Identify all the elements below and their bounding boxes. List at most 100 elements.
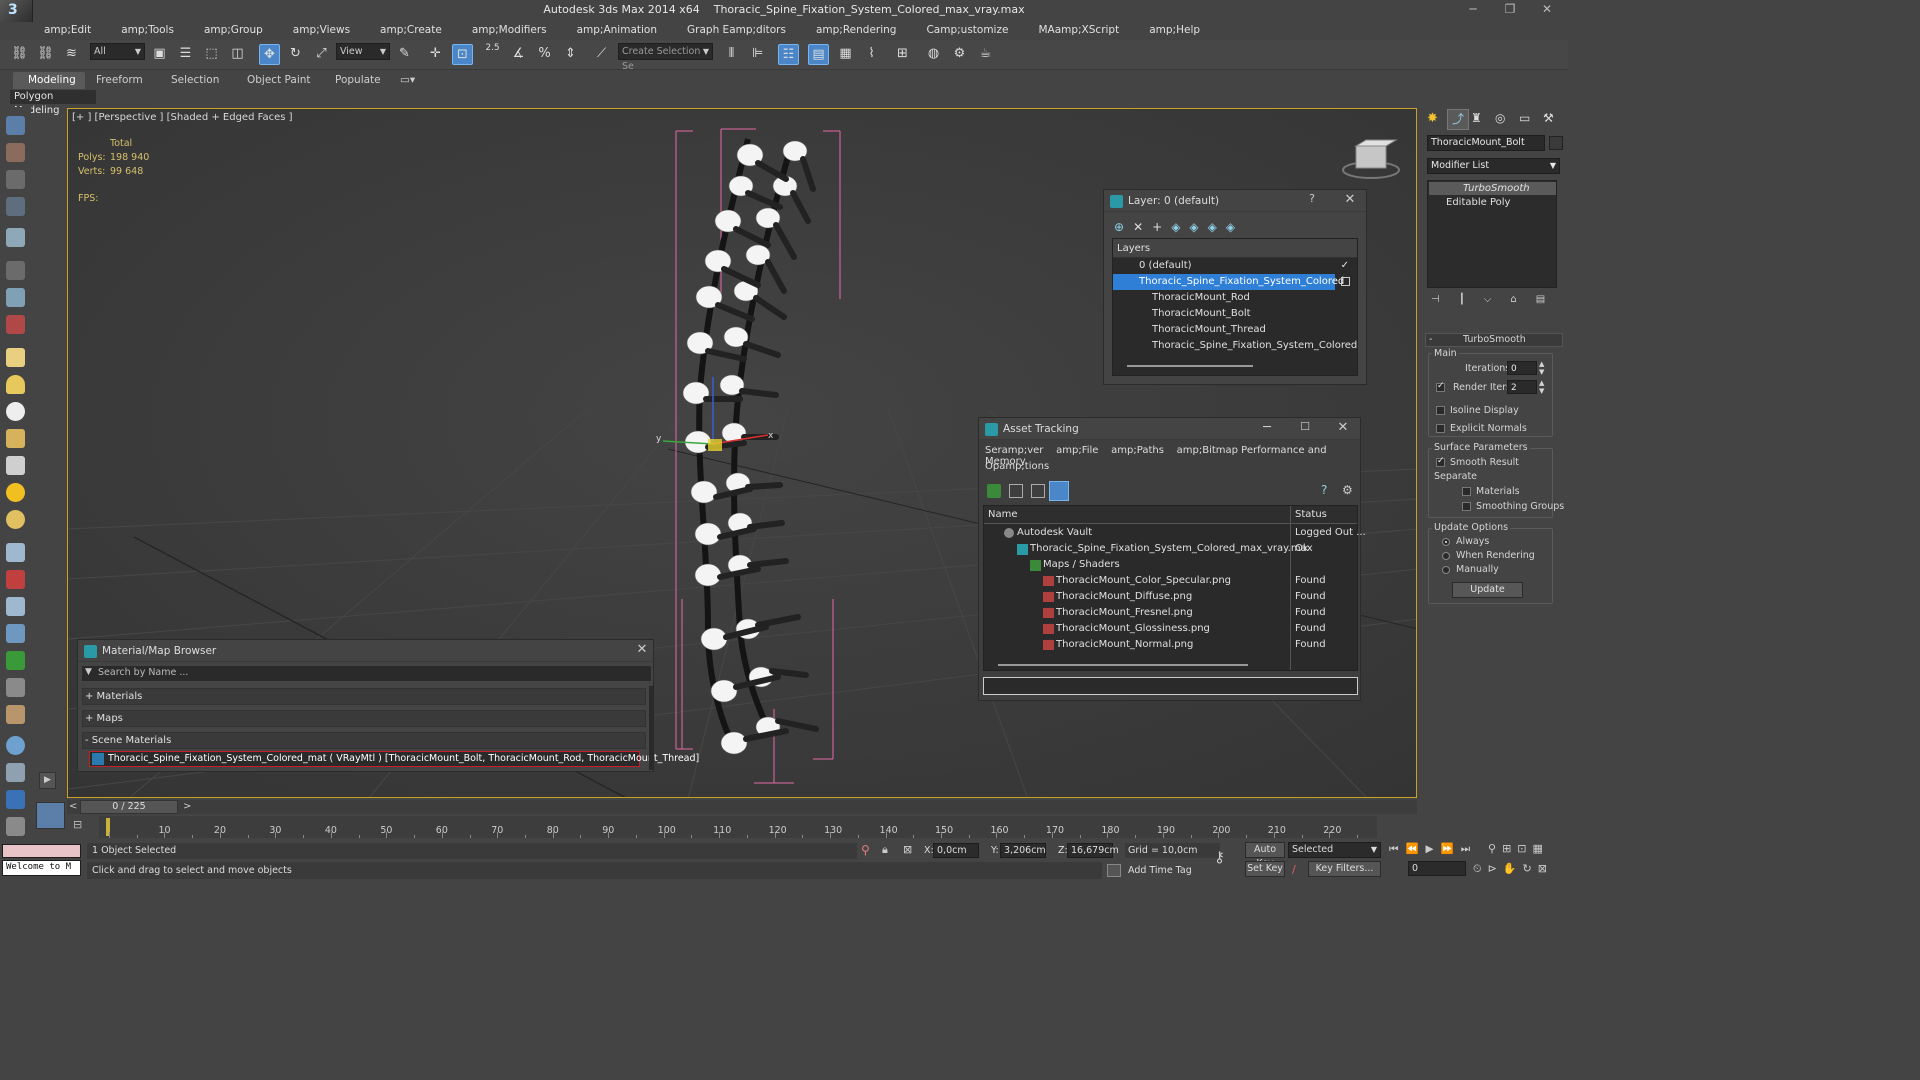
sidebar-tool-icon[interactable] xyxy=(6,429,25,448)
search-options-icon[interactable]: ▼ xyxy=(85,667,92,677)
polygon-modeling-panel[interactable]: Polygon Modeling xyxy=(10,90,96,116)
sidebar-tool-icon[interactable] xyxy=(6,597,25,616)
curve-editor-icon[interactable]: ⌇ xyxy=(861,44,882,65)
stack-item-turbosmooth[interactable]: TurboSmooth xyxy=(1429,182,1556,195)
group-maps[interactable]: + Maps xyxy=(82,710,646,727)
selection-filter-dropdown[interactable]: All ▼ xyxy=(90,43,145,60)
iterations-spinner[interactable]: 0 xyxy=(1507,361,1537,375)
render-iters-checkbox[interactable] xyxy=(1436,381,1445,392)
tab-modeling[interactable]: Modeling xyxy=(28,74,76,86)
z-coordinate-field[interactable]: 16,679cm xyxy=(1067,843,1119,858)
sidebar-tool-icon[interactable] xyxy=(6,543,25,562)
collapse-icon[interactable]: - xyxy=(1429,334,1432,345)
time-tag-icon[interactable] xyxy=(1107,864,1121,877)
hide-all-icon[interactable]: ◈ xyxy=(1208,220,1226,234)
angle-snap-icon[interactable]: ∡ xyxy=(508,44,529,65)
orbit-icon[interactable]: ↻ xyxy=(1523,862,1538,875)
track-bar[interactable]: 10 20 30 40 50 60 70 80 90 100 110 120 130 140 150 160 1… xyxy=(99,816,1377,838)
menu-maxscript[interactable]: MAamp;XScript xyxy=(1027,21,1119,39)
sidebar-tool-icon[interactable] xyxy=(6,705,25,724)
show-end-result-icon[interactable]: ┃ xyxy=(1459,294,1484,305)
asset-row[interactable]: Autodesk Vault xyxy=(1017,525,1092,541)
tab-selection[interactable]: Selection xyxy=(171,74,219,86)
menu-help[interactable]: amp;Help xyxy=(1138,21,1200,39)
delete-layer-icon[interactable]: ✕ xyxy=(1133,220,1152,234)
always-radio[interactable] xyxy=(1442,538,1450,546)
bind-space-warp-icon[interactable]: ≋ xyxy=(61,44,82,65)
utilities-tab-icon[interactable]: ⚒ xyxy=(1543,111,1561,129)
group-materials[interactable]: + Materials xyxy=(82,688,646,705)
group-scene-materials[interactable]: - Scene Materials xyxy=(82,732,646,749)
menu-animation[interactable]: amp;Animation xyxy=(566,21,657,39)
modifier-list-dropdown[interactable]: Modifier List ▼ xyxy=(1427,158,1560,174)
tab-freeform[interactable]: Freeform xyxy=(96,74,143,86)
zoom-icon[interactable]: ⚲ xyxy=(1488,842,1502,855)
asset-row[interactable]: ThoracicMount_Diffuse.png xyxy=(1056,589,1192,605)
smoothing-groups-checkbox[interactable] xyxy=(1462,502,1471,511)
sidebar-tool-icon[interactable] xyxy=(6,143,25,162)
time-slider-thumb[interactable]: 0 / 225 xyxy=(80,800,178,814)
select-object-icon[interactable]: ▣ xyxy=(149,44,170,65)
render-setup-icon[interactable]: ⚙ xyxy=(949,44,970,65)
menu-edit[interactable]: amp;Edit xyxy=(33,21,91,39)
align-icon[interactable]: ⊫ xyxy=(747,44,768,65)
restore-icon[interactable]: ❐ xyxy=(1495,2,1525,16)
layer-object-row[interactable]: ThoracicMount_Bolt xyxy=(1113,306,1357,322)
maxscript-listener-input[interactable]: Welcome to M xyxy=(2,860,81,876)
highlight-layer-icon[interactable]: ◈ xyxy=(1189,220,1207,234)
close-icon[interactable]: ✕ xyxy=(1532,2,1562,16)
isoline-display-checkbox[interactable] xyxy=(1436,406,1445,415)
column-name[interactable]: Name xyxy=(988,507,1018,523)
sidebar-tool-icon[interactable] xyxy=(6,510,25,529)
tab-populate[interactable]: Populate xyxy=(335,74,381,86)
column-status[interactable]: Status xyxy=(1295,507,1327,523)
mirror-icon[interactable]: ⫴ xyxy=(721,44,742,65)
viewcube-icon[interactable] xyxy=(1340,138,1402,182)
sidebar-tool-icon[interactable] xyxy=(6,651,25,670)
pin-stack-icon[interactable]: ⊣ xyxy=(1431,294,1459,305)
absolute-mode-icon[interactable]: ⊠ xyxy=(903,843,912,856)
tab-object-paint[interactable]: Object Paint xyxy=(247,74,311,86)
current-layer-checkbox[interactable] xyxy=(1341,277,1350,286)
select-by-name-icon[interactable]: ☰ xyxy=(175,44,196,65)
close-icon[interactable]: ✕ xyxy=(1335,420,1351,435)
make-unique-icon[interactable]: ⌵ xyxy=(1484,294,1511,305)
horizontal-scrollbar[interactable] xyxy=(1127,365,1253,367)
mini-viewport-icon[interactable] xyxy=(36,802,65,829)
asset-row[interactable]: ThoracicMount_Glossiness.png xyxy=(1056,621,1210,637)
selection-lock-icon[interactable]: 🔒︎ xyxy=(882,843,888,857)
search-input[interactable]: Search by Name ... xyxy=(98,667,188,678)
select-in-layer-icon[interactable]: ◈ xyxy=(1171,220,1189,234)
spinner-arrows-icon[interactable]: ▲ ▼ xyxy=(1539,379,1544,395)
time-slider[interactable] xyxy=(67,800,1417,814)
sidebar-tool-icon[interactable] xyxy=(6,736,25,755)
select-and-scale-icon[interactable]: ⤢ xyxy=(311,44,332,65)
rect-selection-icon[interactable]: ⬚ xyxy=(201,44,222,65)
update-button[interactable]: Update xyxy=(1452,582,1523,598)
menu-group[interactable]: amp;Group xyxy=(193,21,263,39)
sidebar-tool-icon[interactable] xyxy=(6,261,25,280)
asset-menu-file[interactable]: amp;File xyxy=(1056,445,1098,456)
use-pivot-center-icon[interactable]: ✛ xyxy=(425,44,446,65)
sidebar-tool-icon[interactable] xyxy=(6,483,25,502)
unlink-icon[interactable]: ⛓ xyxy=(35,44,56,65)
spinner-arrows-icon[interactable]: ▲ ▼ xyxy=(1539,360,1544,376)
next-frame-icon[interactable]: ⏩ xyxy=(1441,843,1461,855)
field-of-view-icon[interactable]: ⊳ xyxy=(1488,862,1503,875)
layer-row-selected[interactable]: Thoracic_Spine_Fixation_System_Colored xyxy=(1113,274,1344,290)
ribbon-options-icon[interactable]: ▭▾ xyxy=(400,74,415,86)
snaps-toggle-icon[interactable]: 2.5 xyxy=(482,43,503,65)
sidebar-tool-icon[interactable] xyxy=(6,763,25,782)
asset-path-field[interactable] xyxy=(983,677,1358,695)
sidebar-tool-icon[interactable] xyxy=(6,402,25,421)
time-next-button[interactable]: > xyxy=(183,801,191,812)
create-tab-icon[interactable]: ✸ xyxy=(1427,111,1445,129)
asset-menu-options[interactable]: Opamp;tions xyxy=(985,461,1049,472)
add-to-layer-icon[interactable]: + xyxy=(1152,220,1171,234)
viewport-label[interactable]: [+ ] [Perspective ] [Shaded + Edged Face… xyxy=(72,112,293,123)
asset-row[interactable]: ThoracicMount_Normal.png xyxy=(1056,637,1193,653)
maximize-viewport-icon[interactable]: ⊠ xyxy=(1538,862,1553,875)
configure-sets-icon[interactable]: ▤ xyxy=(1536,294,1564,305)
when-rendering-radio[interactable] xyxy=(1442,552,1450,560)
asset-row[interactable]: Maps / Shaders xyxy=(1043,557,1120,573)
